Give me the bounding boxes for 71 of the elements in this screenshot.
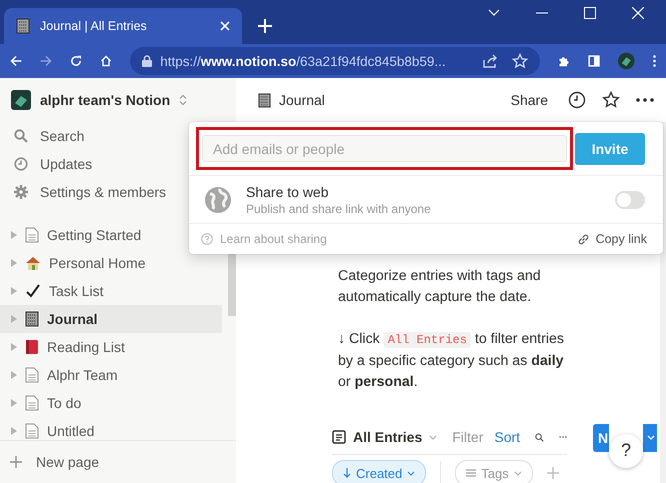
help-icon: [201, 233, 213, 245]
link-icon: [576, 232, 590, 246]
share-icon[interactable]: [482, 53, 498, 69]
page-item[interactable]: Journal: [0, 305, 222, 333]
clock-icon[interactable]: [568, 91, 586, 109]
page-item[interactable]: Alphr Team: [0, 361, 222, 389]
close-icon[interactable]: [220, 21, 230, 31]
tab-title: Journal | All Entries: [40, 19, 148, 33]
lock-icon: [142, 55, 152, 67]
check-icon: [25, 283, 41, 299]
side-panel-icon[interactable]: [588, 53, 600, 69]
page-item[interactable]: Personal Home: [0, 249, 222, 277]
house-icon: [25, 255, 41, 271]
page-item[interactable]: Task List: [0, 277, 222, 305]
help-button[interactable]: ?: [609, 434, 643, 468]
filter-chip[interactable]: Created: [332, 460, 426, 483]
view-selector[interactable]: All Entries: [332, 429, 438, 445]
share-button[interactable]: Share: [510, 92, 548, 108]
copy-link-button[interactable]: Copy link: [576, 232, 647, 246]
chevron-down-icon: [429, 434, 438, 440]
address-bar[interactable]: https://www.notion.so/63a21f94fdc845b8b59...: [130, 47, 540, 75]
new-button[interactable]: N: [593, 424, 609, 452]
chevron-down-icon[interactable]: [488, 9, 500, 17]
minimize-icon[interactable]: [536, 12, 548, 14]
share-to-web-label: Share to web: [246, 184, 330, 200]
chevron-down-icon: [514, 470, 522, 476]
more-options-icon[interactable]: [636, 98, 654, 102]
url-text: https://www.notion.so/63a21f94fdc845b8b59...: [160, 54, 447, 68]
document-icon: [25, 367, 39, 383]
maximize-icon[interactable]: [584, 7, 596, 19]
dropdown-button[interactable]: [643, 424, 657, 452]
sidebar-item[interactable]: Settings & members: [0, 178, 236, 206]
notebook-icon: [25, 311, 39, 327]
reload-icon[interactable]: [70, 53, 82, 69]
document-icon: [25, 227, 39, 243]
search-icon: [14, 129, 28, 143]
workspace-logo-icon: [11, 90, 31, 110]
page-item[interactable]: Untitled: [0, 417, 222, 440]
home-icon[interactable]: [100, 53, 112, 69]
notebook-icon: [16, 18, 30, 34]
more-options-icon[interactable]: [652, 53, 656, 69]
toggle-switch[interactable]: [615, 191, 645, 209]
document-icon: [25, 423, 39, 439]
settings-icon: [14, 185, 28, 199]
globe-icon: [204, 186, 232, 214]
clock-icon: [14, 157, 28, 171]
chevron-down-icon: [647, 435, 655, 440]
back-arrow-icon[interactable]: [10, 54, 22, 68]
avatar-icon[interactable]: [618, 50, 635, 72]
document-icon: [25, 395, 39, 411]
paragraph: ↓ Click All Entries to filter entries by a specific category such as daily or personal.: [338, 330, 565, 392]
page-item[interactable]: Reading List: [0, 333, 222, 361]
up-down-chevron-icon: [179, 94, 188, 106]
sort-button[interactable]: Sort: [494, 429, 520, 445]
browser-tab[interactable]: Journal | All Entries: [4, 8, 242, 44]
page-item[interactable]: To do: [0, 389, 222, 417]
book-icon: [25, 339, 39, 355]
forward-arrow-icon[interactable]: [40, 54, 52, 68]
close-icon[interactable]: [632, 7, 644, 19]
workspace-switcher[interactable]: alphr team's Notion: [0, 78, 236, 122]
email-input[interactable]: Add emails or people: [202, 135, 567, 162]
share-to-web-description: Publish and share link with anyone: [246, 202, 432, 216]
notebook-icon: [258, 92, 271, 108]
list-view-icon: [332, 430, 346, 444]
list-icon: [466, 469, 476, 477]
paragraph: Categorize entries with tags and automatically capture the date.: [338, 267, 542, 307]
star-icon[interactable]: [602, 91, 620, 109]
breadcrumb[interactable]: Journal: [258, 92, 325, 108]
chevron-down-icon: [407, 470, 416, 476]
down-arrow-icon: [343, 468, 351, 478]
plus-icon: [10, 456, 22, 468]
